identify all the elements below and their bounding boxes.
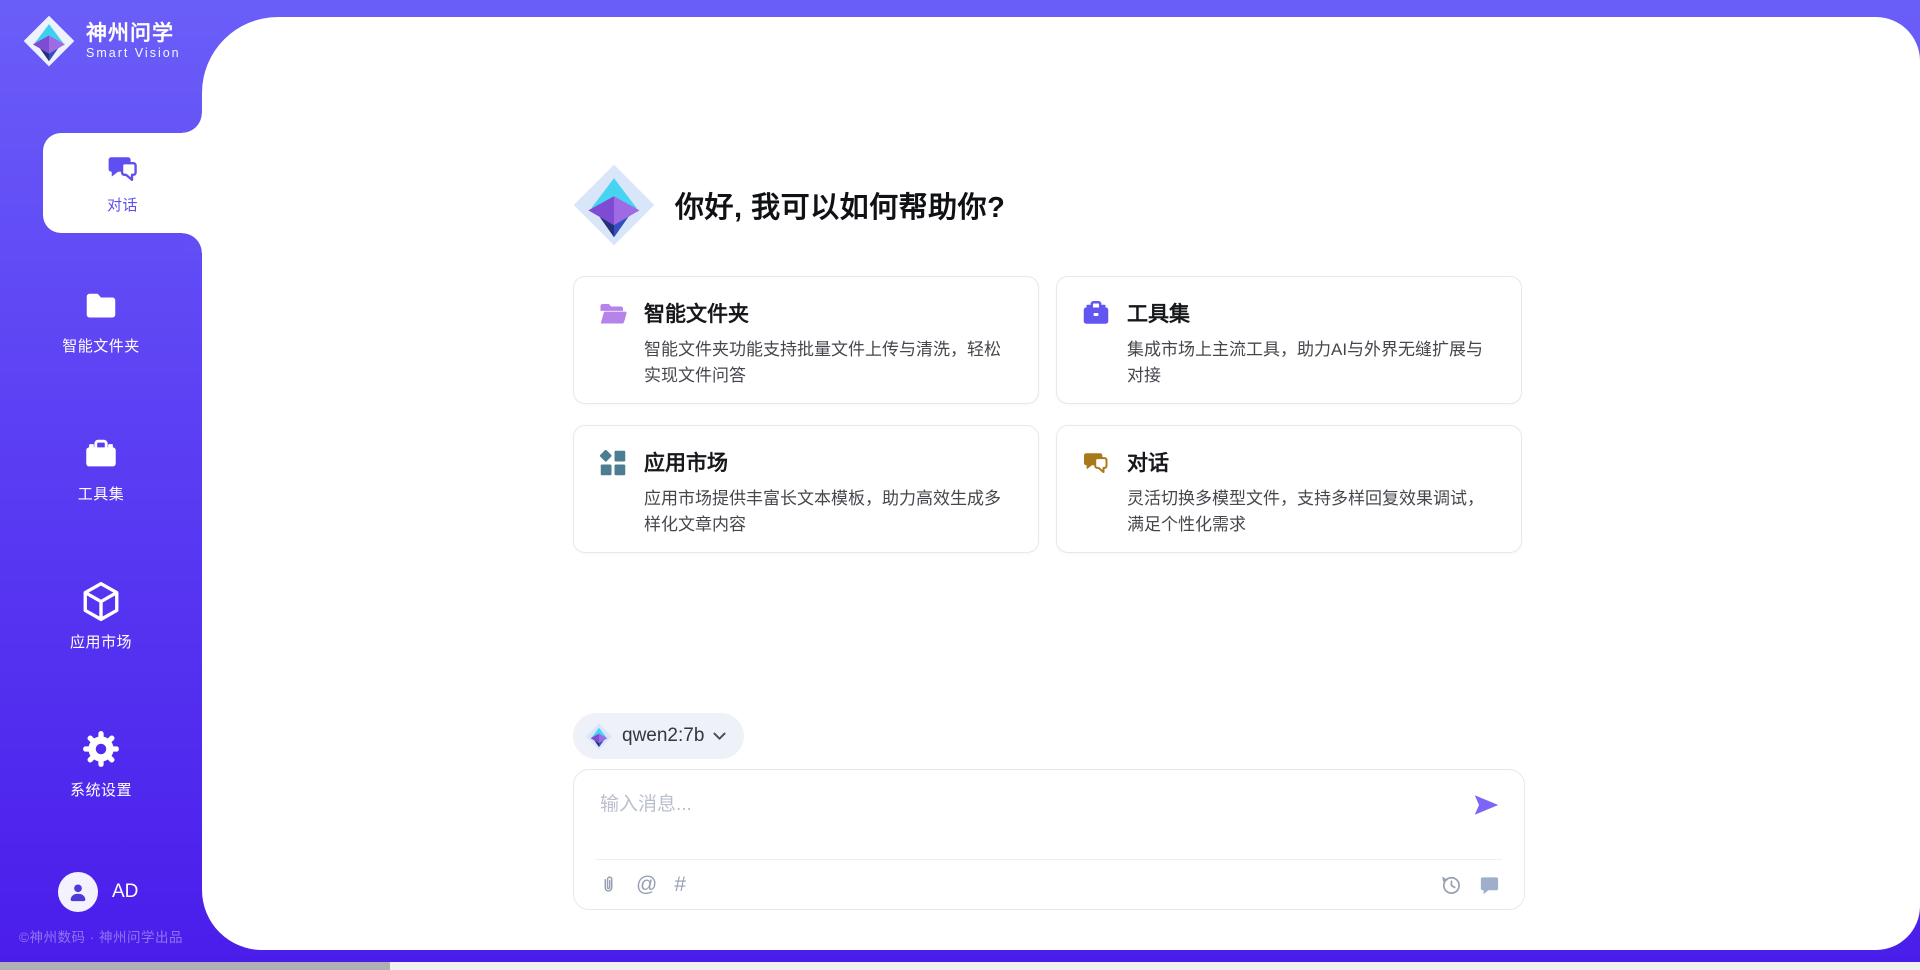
new-chat-button[interactable] (1477, 873, 1500, 896)
send-button[interactable] (1470, 790, 1502, 822)
person-icon (67, 881, 89, 903)
model-selector[interactable]: qwen2:7b (573, 713, 744, 759)
greeting: 你好, 我可以如何帮助你? (571, 160, 1005, 250)
active-tab-curve-bottom (182, 233, 202, 253)
card-body: 应用市场 应用市场提供丰富长文本模板，助力高效生成多样化文章内容 (644, 447, 1014, 531)
card-description: 应用市场提供丰富长文本模板，助力高效生成多样化文章内容 (644, 486, 1014, 537)
hashtag-button[interactable]: # (674, 874, 686, 895)
sidebar: 神州问学 Smart Vision 对话 智能文件夹 工具集 (0, 0, 202, 962)
chat-icon (103, 151, 143, 187)
sidebar-item-settings[interactable]: 系统设置 (0, 728, 202, 800)
brand-text: 神州问学 Smart Vision (86, 22, 181, 60)
card-description: 智能文件夹功能支持批量文件上传与清洗，轻松实现文件问答 (644, 337, 1014, 388)
model-gem-icon (585, 722, 613, 751)
card-description: 灵活切换多模型文件，支持多样回复效果调试，满足个性化需求 (1127, 486, 1497, 537)
message-composer: @ # (573, 769, 1525, 910)
message-input[interactable] (598, 787, 1448, 849)
feature-cards: 智能文件夹 智能文件夹功能支持批量文件上传与清洗，轻松实现文件问答 工具集 集成… (573, 276, 1522, 553)
card-smart-folders[interactable]: 智能文件夹 智能文件夹功能支持批量文件上传与清洗，轻松实现文件问答 (573, 276, 1039, 404)
card-toolset[interactable]: 工具集 集成市场上主流工具，助力AI与外界无缝扩展与对接 (1056, 276, 1522, 404)
sidebar-item-market[interactable]: 应用市场 (0, 580, 202, 652)
card-app-market[interactable]: 应用市场 应用市场提供丰富长文本模板，助力高效生成多样化文章内容 (573, 425, 1039, 553)
brand-subtitle: Smart Vision (86, 46, 181, 60)
folder-open-icon (598, 299, 628, 329)
card-body: 智能文件夹 智能文件夹功能支持批量文件上传与清洗，轻松实现文件问答 (644, 298, 1014, 382)
toolbox-icon (1081, 299, 1111, 329)
brand-gem-icon (22, 13, 76, 69)
history-button[interactable] (1439, 873, 1462, 896)
active-tab-curve-top (182, 113, 202, 133)
main-content: 你好, 我可以如何帮助你? 智能文件夹 智能文件夹功能支持批量文件上传与清洗，轻… (202, 17, 1920, 950)
sidebar-item-label: 应用市场 (70, 631, 132, 652)
card-body: 工具集 集成市场上主流工具，助力AI与外界无缝扩展与对接 (1127, 298, 1497, 382)
gear-icon (80, 728, 122, 770)
chat-bubbles-icon (1081, 448, 1111, 478)
user-account[interactable]: AD (58, 872, 138, 912)
history-icon (1439, 873, 1462, 896)
card-description: 集成市场上主流工具，助力AI与外界无缝扩展与对接 (1127, 337, 1497, 388)
user-initials: AD (112, 881, 138, 903)
apps-grid-icon (598, 448, 628, 478)
sidebar-item-label: 系统设置 (70, 779, 132, 800)
card-title: 应用市场 (644, 447, 1014, 477)
horizontal-scrollbar[interactable] (0, 962, 1920, 970)
composer-divider (596, 859, 1502, 860)
message-icon (1477, 873, 1500, 896)
send-icon (1471, 790, 1501, 820)
sidebar-item-label: 对话 (107, 194, 138, 215)
mention-button[interactable]: @ (636, 874, 657, 895)
app-frame: 神州问学 Smart Vision 对话 智能文件夹 工具集 (0, 0, 1920, 962)
greeting-title: 你好, 我可以如何帮助你? (675, 184, 1005, 226)
sidebar-item-label: 智能文件夹 (62, 335, 140, 356)
toolbox-icon (81, 436, 121, 474)
scrollbar-thumb[interactable] (0, 962, 390, 970)
composer-toolbar: @ # (598, 870, 1500, 898)
sidebar-item-label: 工具集 (78, 483, 125, 504)
sidebar-item-folders[interactable]: 智能文件夹 (0, 288, 202, 356)
card-title: 工具集 (1127, 298, 1497, 328)
assistant-gem-icon (571, 160, 657, 250)
card-title: 智能文件夹 (644, 298, 1014, 328)
cube-icon (80, 580, 122, 622)
card-title: 对话 (1127, 447, 1497, 477)
folder-icon (81, 288, 121, 326)
chevron-down-icon (713, 732, 726, 741)
composer-tools-right (1439, 873, 1500, 896)
card-chat[interactable]: 对话 灵活切换多模型文件，支持多样回复效果调试，满足个性化需求 (1056, 425, 1522, 553)
brand-logo: 神州问学 Smart Vision (22, 13, 181, 69)
model-name: qwen2:7b (622, 725, 704, 747)
card-body: 对话 灵活切换多模型文件，支持多样回复效果调试，满足个性化需求 (1127, 447, 1497, 531)
sidebar-item-chat[interactable]: 对话 (43, 133, 202, 233)
composer-tools-left: @ # (598, 872, 686, 896)
sidebar-item-tools[interactable]: 工具集 (0, 436, 202, 504)
copyright: ©神州数码 · 神州问学出品 (0, 926, 202, 946)
avatar (58, 872, 98, 912)
brand-name: 神州问学 (86, 22, 181, 46)
paperclip-icon (598, 872, 619, 896)
attach-file-button[interactable] (598, 872, 619, 896)
